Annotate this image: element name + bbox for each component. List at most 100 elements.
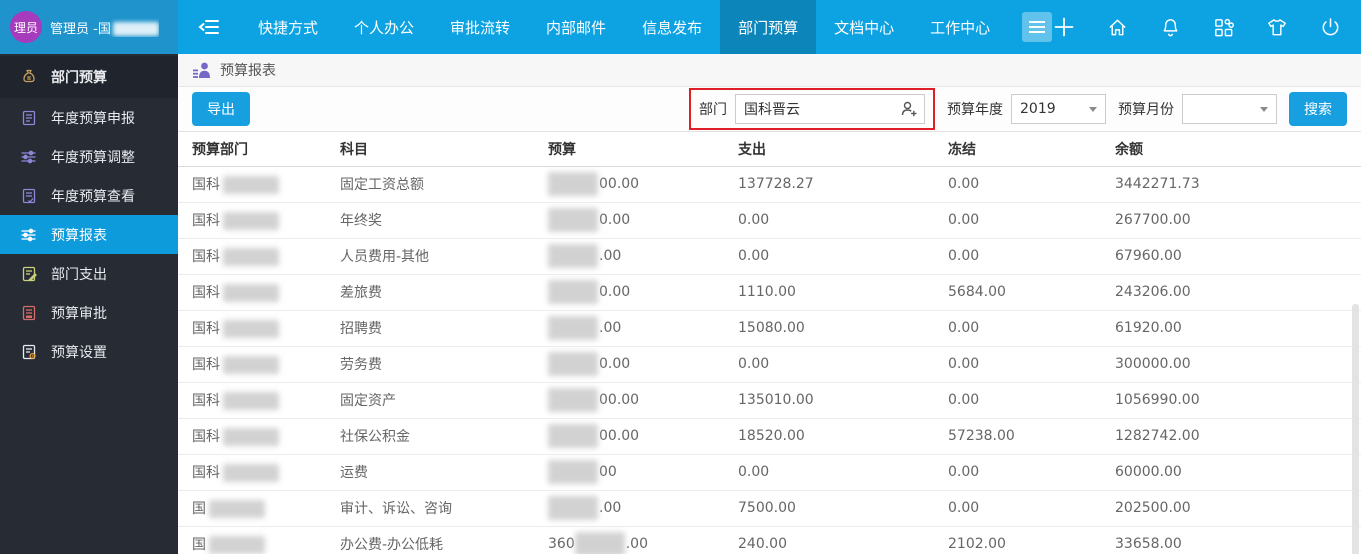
cell-budget: .00 (548, 238, 738, 275)
cell-frozen: 0.00 (948, 202, 1115, 239)
redacted-budget-amount (548, 424, 598, 448)
sidebar-item-dept-budget[interactable]: 部门预算 (0, 56, 178, 98)
plus-icon[interactable] (1052, 15, 1076, 39)
top-nav-item[interactable]: 文档中心 (816, 0, 912, 54)
table-row: 国科 固定工资总额 00.00 137728.27 0.00 3442271.73 (178, 166, 1361, 203)
dept-input[interactable]: 国科晋云 (735, 94, 925, 124)
search-button[interactable]: 搜索 (1289, 92, 1347, 126)
top-nav-item[interactable]: 个人办公 (336, 0, 432, 54)
sidebar-item-5[interactable]: 部门支出 (0, 254, 178, 293)
cell-balance: 202500.00 (1115, 490, 1361, 527)
top-nav-item[interactable]: 部门预算 (720, 0, 817, 54)
redacted-dept-name (223, 176, 279, 194)
sliders-icon (20, 227, 37, 243)
top-nav-items: 快捷方式 个人办公 审批流转 内部邮件 信息发布 部门预算 文档中心 工作中心 (240, 0, 1008, 54)
cell-frozen: 0.00 (948, 166, 1115, 203)
sidebar-item-label: 年度预算调整 (51, 149, 135, 166)
scrollbar-thumb[interactable] (1352, 304, 1359, 554)
table-row: 国科 差旅费 0.00 1110.00 5684.00 243206.00 (178, 274, 1361, 311)
sidebar-item-6[interactable]: 预算审批 (0, 293, 178, 332)
cell-budget-dept: 国科 (178, 454, 340, 491)
year-label: 预算年度 (947, 102, 1003, 118)
redacted-budget-amount (574, 532, 625, 554)
table-row: 国科 社保公积金 00.00 18520.00 57238.00 1282742.00 (178, 418, 1361, 455)
month-label: 预算月份 (1118, 102, 1174, 118)
sidebar-item-2[interactable]: 年度预算调整 (0, 137, 178, 176)
month-select[interactable] (1182, 94, 1277, 124)
cell-subject: 办公费-办公低耗 (340, 526, 548, 554)
report-person-icon (193, 62, 210, 78)
cell-balance: 61920.00 (1115, 310, 1361, 347)
cell-expense: 135010.00 (738, 382, 948, 419)
power-icon[interactable] (1319, 16, 1342, 39)
year-filter: 预算年度 2019 (947, 94, 1106, 124)
redacted-dept-name (223, 464, 279, 482)
cell-budget: .00 (548, 490, 738, 527)
cell-budget-dept: 国科 (178, 202, 340, 239)
sidebar-item-label: 部门预算 (51, 70, 107, 86)
top-bar: 理员 管理员 -国 快捷方式 个人办公 审批流转 内部邮件 信息发布 部门预算 文档中心 工作… (0, 0, 1361, 54)
cell-subject: 运费 (340, 454, 548, 491)
top-nav-item[interactable]: 工作中心 (912, 0, 1008, 54)
cell-budget: 00.00 (548, 418, 738, 455)
year-select[interactable]: 2019 (1011, 94, 1106, 124)
redacted-dept-name (223, 248, 279, 266)
sidebar-collapse-icon[interactable] (192, 10, 226, 44)
doc-view-icon (20, 188, 37, 204)
cell-budget-dept: 国 (178, 526, 340, 554)
redacted-dept-name (223, 284, 279, 302)
year-select-value: 2019 (1020, 101, 1056, 117)
sidebar-item-1[interactable]: 年度预算申报 (0, 98, 178, 137)
redacted-budget-amount (548, 352, 598, 376)
table-row: 国科 劳务费 0.00 0.00 0.00 300000.00 (178, 346, 1361, 383)
cell-subject: 社保公积金 (340, 418, 548, 455)
moneybag-icon (20, 69, 37, 85)
more-menus-icon[interactable] (1022, 12, 1053, 42)
cell-budget-dept: 国科 (178, 382, 340, 419)
sidebar-item-7[interactable]: 预算设置 (0, 332, 178, 371)
cell-budget-dept: 国 (178, 490, 340, 527)
table-row: 国科 固定资产 00.00 135010.00 0.00 1056990.00 (178, 382, 1361, 419)
bell-icon[interactable] (1159, 16, 1182, 39)
redacted-dept-name (223, 320, 279, 338)
doc-approve-icon (20, 305, 37, 321)
cell-budget: .00 (548, 310, 738, 347)
cell-expense: 0.00 (738, 238, 948, 275)
cell-budget-dept: 国科 (178, 310, 340, 347)
cell-subject: 人员费用-其他 (340, 238, 548, 275)
avatar[interactable]: 理员 (10, 11, 42, 43)
add-person-icon[interactable] (900, 100, 918, 118)
cell-budget-dept: 国科 (178, 346, 340, 383)
top-nav-item[interactable]: 审批流转 (432, 0, 528, 54)
redacted-dept-name (209, 536, 265, 554)
top-nav-item[interactable]: 信息发布 (624, 0, 720, 54)
table-row: 国科 运费 00 0.00 0.00 60000.00 (178, 454, 1361, 491)
redacted-budget-amount (548, 244, 598, 268)
cell-budget: 360.00 (548, 526, 738, 554)
cell-budget: 0.00 (548, 346, 738, 383)
redacted-budget-amount (548, 172, 598, 196)
top-nav-item[interactable]: 快捷方式 (240, 0, 336, 54)
cell-subject: 劳务费 (340, 346, 548, 383)
cell-frozen: 0.00 (948, 346, 1115, 383)
top-nav-item[interactable]: 内部邮件 (528, 0, 624, 54)
cell-budget: 0.00 (548, 202, 738, 239)
theme-icon[interactable] (1265, 16, 1289, 39)
cell-expense: 0.00 (738, 202, 948, 239)
cell-balance: 3442271.73 (1115, 166, 1361, 203)
cell-frozen: 57238.00 (948, 418, 1115, 455)
cell-expense: 0.00 (738, 454, 948, 491)
sidebar-item-3[interactable]: 年度预算查看 (0, 176, 178, 215)
page-title: 预算报表 (220, 63, 276, 79)
redacted-budget-amount (548, 280, 598, 304)
apps-icon[interactable] (1212, 16, 1235, 39)
redacted-budget-amount (548, 316, 598, 340)
cell-frozen: 0.00 (948, 454, 1115, 491)
sidebar-item-label: 预算设置 (51, 344, 107, 361)
dept-filter-highlight: 部门 国科晋云 (689, 88, 935, 130)
sidebar-item-4[interactable]: 预算报表 (0, 215, 178, 254)
home-icon[interactable] (1106, 16, 1129, 39)
cell-subject: 固定资产 (340, 382, 548, 419)
export-button[interactable]: 导出 (192, 92, 250, 126)
cell-expense: 18520.00 (738, 418, 948, 455)
